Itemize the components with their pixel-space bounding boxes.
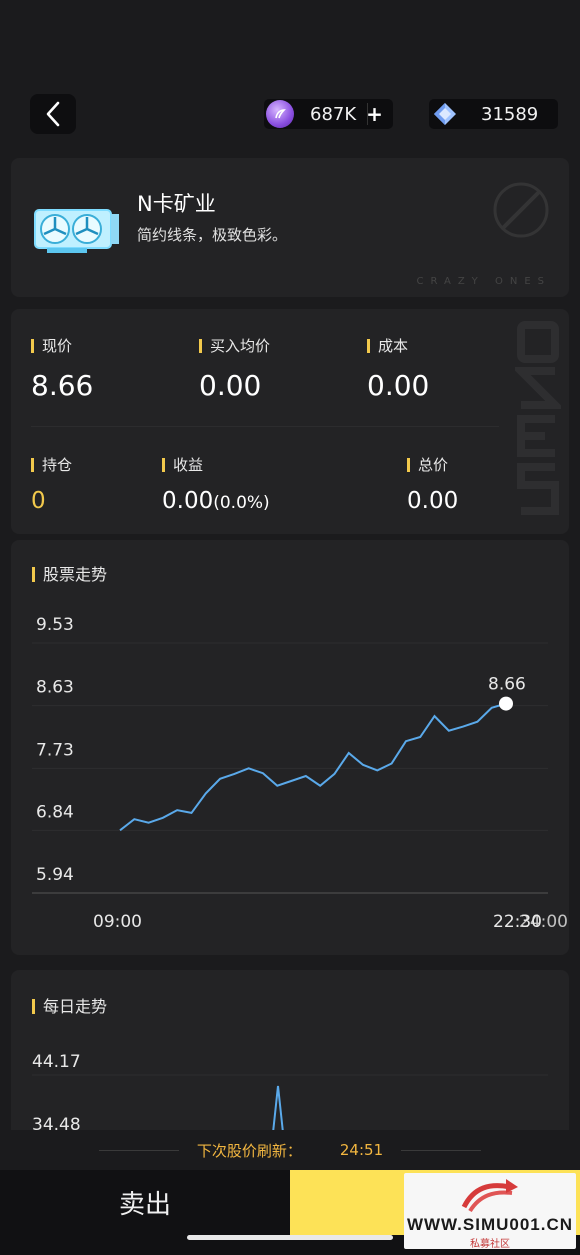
stat-value: 0 (31, 488, 46, 514)
y-tick-label: 9.53 (36, 615, 74, 635)
stat-total: 总价 0.00 (407, 455, 458, 514)
price-line (119, 702, 507, 832)
chevron-left-icon (46, 101, 60, 127)
divider (401, 1149, 482, 1151)
divider (98, 1149, 179, 1151)
refresh-label: 下次股价刷新： (196, 1141, 302, 1160)
stat-label: 买入均价 (199, 339, 270, 354)
stat-label: 现价 (31, 339, 72, 354)
profit-percent: (0.0%) (213, 493, 270, 513)
x-tick-label: 24:00 (519, 912, 568, 932)
watermark-site: WWW.SIMU001.CN (406, 1215, 574, 1234)
stat-label: 收益 (162, 458, 203, 473)
stat-profit: 收益 0.00(0.0%) (162, 455, 270, 514)
stats-card: 现价 8.66 买入均价 0.00 成本 0.00 持仓 0 收益 0.00(0… (11, 309, 569, 534)
back-button[interactable] (30, 94, 76, 134)
refresh-bar: 下次股价刷新： 24:51 (0, 1130, 580, 1170)
gem-amount: 31589 (481, 103, 539, 125)
coin-amount: 687K (310, 103, 357, 125)
stat-value: 0.00(0.0%) (162, 488, 270, 514)
stat-current-price: 现价 8.66 (31, 336, 93, 402)
watermark-logo-icon (461, 1179, 518, 1213)
y-tick-label: 7.73 (36, 740, 74, 760)
stat-cost: 成本 0.00 (367, 336, 429, 402)
sell-button[interactable]: 卖出 (0, 1170, 290, 1235)
profit-value: 0.00 (162, 488, 214, 514)
stat-value: 8.66 (31, 369, 94, 402)
add-coins-button[interactable]: + (366, 102, 383, 126)
stat-value: 0.00 (407, 488, 459, 514)
brand-wordmark: CRAZY ONES (416, 276, 551, 287)
brand-logo-icon (493, 182, 549, 238)
y-tick-label: 5.94 (36, 865, 74, 885)
ones-watermark (515, 321, 561, 515)
stat-avg-buy-price: 买入均价 0.00 (199, 336, 270, 402)
product-title: N卡矿业 (137, 192, 216, 216)
y-tick-label: 44.17 (32, 1052, 81, 1072)
watermark-tagline: 私募社区 (470, 1239, 510, 1250)
diamond-icon (434, 103, 456, 125)
coin-icon (266, 100, 294, 128)
stat-value: 0.00 (199, 369, 262, 402)
y-tick-label: 6.84 (36, 802, 74, 822)
top-bar: 687K + 31589 (0, 0, 580, 150)
divider (367, 103, 368, 125)
refresh-countdown: 24:51 (339, 1141, 384, 1159)
coin-balance: 687K + (264, 99, 393, 129)
stock-trend-chart: 9.538.637.736.845.948.6609:00 22:3024:00 (32, 615, 568, 932)
stat-holdings: 持仓 0 (31, 455, 72, 514)
stat-label: 持仓 (31, 458, 72, 473)
site-watermark: WWW.SIMU001.CN 私募社区 (404, 1173, 576, 1250)
stock-trend-card: 股票走势 9.53 8.63 7.73 6.84 5.94 8.66 09:00 22:30 2… (11, 540, 569, 955)
last-price-label: 8.66 (488, 675, 526, 695)
home-indicator (187, 1235, 393, 1240)
product-subtitle: 简约线条，极致色彩。 (137, 226, 288, 244)
graphics-card-icon (34, 209, 119, 253)
stat-value: 0.00 (367, 369, 430, 402)
product-card: N卡矿业 简约线条，极致色彩。 CRAZY ONES (11, 158, 569, 297)
y-tick-label: 8.63 (36, 678, 74, 698)
x-tick-label: 09:00 (93, 912, 142, 932)
last-price-point (499, 696, 513, 711)
divider (31, 426, 499, 427)
gem-balance: 31589 (429, 99, 558, 129)
stat-label: 总价 (407, 458, 448, 473)
stat-label: 成本 (367, 339, 408, 354)
